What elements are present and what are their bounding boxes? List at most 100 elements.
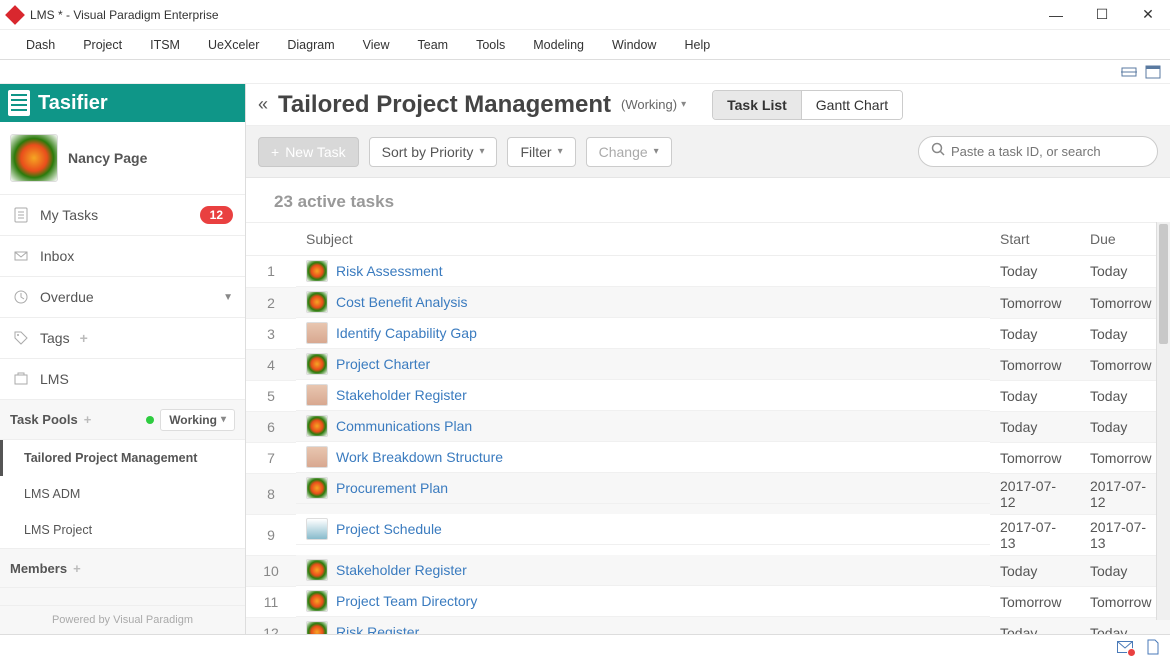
tag-icon: [12, 329, 30, 347]
sidebar-item-my-tasks[interactable]: My Tasks 12: [0, 195, 245, 236]
row-number: 12: [246, 617, 296, 634]
sidebar-item-inbox[interactable]: Inbox: [0, 236, 245, 277]
assignee-avatar: [306, 353, 328, 375]
table-row[interactable]: 3Identify Capability GapTodayToday: [246, 318, 1170, 349]
row-number: 10: [246, 555, 296, 586]
search-box[interactable]: [918, 136, 1158, 167]
chevron-down-icon: ▼: [223, 292, 233, 303]
pool-item-lms-adm[interactable]: LMS ADM: [0, 476, 245, 512]
mail-icon[interactable]: [1116, 639, 1134, 655]
task-subject[interactable]: Risk Register: [336, 624, 419, 634]
task-subject[interactable]: Stakeholder Register: [336, 387, 467, 403]
task-subject[interactable]: Procurement Plan: [336, 480, 448, 496]
search-input[interactable]: [951, 144, 1145, 159]
sidebar-item-label: Inbox: [40, 248, 74, 264]
working-filter[interactable]: Working ▾: [160, 409, 235, 431]
task-subject[interactable]: Project Charter: [336, 356, 430, 372]
menu-uexceler[interactable]: UeXceler: [194, 38, 273, 52]
task-subject[interactable]: Project Team Directory: [336, 593, 477, 609]
sidebar-item-overdue[interactable]: Overdue ▼: [0, 277, 245, 318]
tab-task-list[interactable]: Task List: [713, 91, 801, 119]
menu-diagram[interactable]: Diagram: [273, 38, 348, 52]
notification-dot: [1127, 648, 1136, 657]
panel-tool-icon[interactable]: [1144, 64, 1162, 80]
table-row[interactable]: 1Risk AssessmentTodayToday: [246, 256, 1170, 288]
window-title: LMS * - Visual Paradigm Enterprise: [30, 8, 1042, 22]
task-count-badge: 12: [200, 206, 233, 224]
minimize-button[interactable]: —: [1042, 5, 1070, 25]
menu-window[interactable]: Window: [598, 38, 670, 52]
task-start: 2017-07-13: [990, 514, 1080, 555]
table-row[interactable]: 2Cost Benefit AnalysisTomorrowTomorrow: [246, 287, 1170, 318]
assignee-avatar: [306, 322, 328, 344]
table-row[interactable]: 5Stakeholder RegisterTodayToday: [246, 380, 1170, 411]
search-icon: [931, 142, 945, 161]
close-button[interactable]: ✕: [1134, 5, 1162, 25]
back-button[interactable]: «: [258, 94, 268, 115]
assignee-avatar: [306, 446, 328, 468]
change-button[interactable]: Change ▾: [586, 137, 672, 167]
col-subject[interactable]: Subject: [296, 223, 990, 256]
tab-gantt-chart[interactable]: Gantt Chart: [801, 91, 902, 119]
table-row[interactable]: 10Stakeholder RegisterTodayToday: [246, 555, 1170, 586]
table-row[interactable]: 9Project Schedule2017-07-132017-07-13: [246, 514, 1170, 555]
new-task-button[interactable]: + New Task: [258, 137, 359, 167]
chevron-down-icon: ▾: [479, 146, 484, 157]
table-row[interactable]: 4Project CharterTomorrowTomorrow: [246, 349, 1170, 380]
vertical-scrollbar[interactable]: [1156, 222, 1170, 620]
project-status[interactable]: (Working) ▾: [621, 97, 686, 112]
sidebar-item-lms[interactable]: LMS: [0, 359, 245, 400]
menu-itsm[interactable]: ITSM: [136, 38, 194, 52]
task-subject[interactable]: Project Schedule: [336, 521, 442, 537]
pool-item-lms-project[interactable]: LMS Project: [0, 512, 245, 548]
filter-button[interactable]: Filter ▾: [507, 137, 575, 167]
sidebar: Tasifier Nancy Page My Tasks 12 Inbox Ov…: [0, 84, 246, 634]
task-subject[interactable]: Identify Capability Gap: [336, 325, 477, 341]
menu-project[interactable]: Project: [69, 38, 136, 52]
assignee-avatar: [306, 260, 328, 282]
menu-tools[interactable]: Tools: [462, 38, 519, 52]
sidebar-item-label: Overdue: [40, 289, 94, 305]
assignee-avatar: [306, 415, 328, 437]
sort-button[interactable]: Sort by Priority ▾: [369, 137, 498, 167]
col-start[interactable]: Start: [990, 223, 1080, 256]
menu-team[interactable]: Team: [404, 38, 463, 52]
maximize-button[interactable]: ☐: [1088, 5, 1116, 25]
table-row[interactable]: 11Project Team DirectoryTomorrowTomorrow: [246, 586, 1170, 617]
add-pool-icon[interactable]: +: [84, 412, 92, 427]
assignee-avatar: [306, 518, 328, 540]
table-row[interactable]: 12Risk RegisterTodayToday: [246, 617, 1170, 634]
tasifier-icon: [8, 90, 30, 116]
task-subject[interactable]: Cost Benefit Analysis: [336, 294, 468, 310]
menu-help[interactable]: Help: [670, 38, 724, 52]
chevron-down-icon: ▾: [654, 146, 659, 157]
chevron-down-icon: ▾: [558, 146, 563, 157]
table-row[interactable]: 6Communications PlanTodayToday: [246, 411, 1170, 442]
menu-dash[interactable]: Dash: [12, 38, 69, 52]
sidebar-item-tags[interactable]: Tags +: [0, 318, 245, 359]
table-row[interactable]: 7Work Breakdown StructureTomorrowTomorro…: [246, 442, 1170, 473]
sidebar-item-label: LMS: [40, 371, 69, 387]
menu-view[interactable]: View: [349, 38, 404, 52]
task-start: Tomorrow: [990, 349, 1080, 380]
task-subject[interactable]: Risk Assessment: [336, 263, 443, 279]
task-subject[interactable]: Work Breakdown Structure: [336, 449, 503, 465]
add-tag-icon[interactable]: +: [80, 330, 88, 346]
pool-item-tailored[interactable]: Tailored Project Management: [0, 440, 245, 476]
table-row[interactable]: 8Procurement Plan2017-07-122017-07-12: [246, 473, 1170, 514]
add-member-icon[interactable]: +: [73, 561, 81, 576]
menu-modeling[interactable]: Modeling: [519, 38, 598, 52]
plus-icon: +: [271, 144, 279, 160]
user-row[interactable]: Nancy Page: [0, 122, 245, 195]
brand-label: Tasifier: [38, 92, 108, 115]
diagram-tool-icon[interactable]: [1120, 64, 1138, 80]
task-subject[interactable]: Communications Plan: [336, 418, 472, 434]
main: « Tailored Project Management (Working) …: [246, 84, 1170, 634]
task-start: 2017-07-12: [990, 473, 1080, 514]
assignee-avatar: [306, 590, 328, 612]
task-table-scroll[interactable]: Subject Start Due 1Risk AssessmentTodayT…: [246, 222, 1170, 634]
row-number: 11: [246, 586, 296, 617]
user-avatar: [10, 134, 58, 182]
task-subject[interactable]: Stakeholder Register: [336, 562, 467, 578]
document-icon[interactable]: [1144, 639, 1162, 655]
